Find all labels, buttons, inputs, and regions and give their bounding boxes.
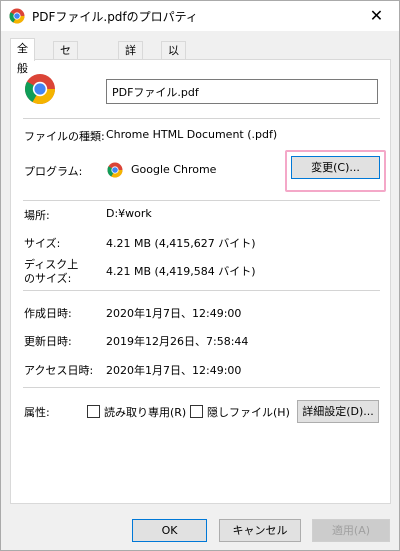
cancel-button[interactable]: キャンセル — [219, 519, 301, 542]
location-label: 場所: — [24, 209, 50, 222]
hidden-checkbox[interactable] — [190, 405, 203, 418]
file-type-label: ファイルの種類: — [24, 130, 105, 143]
file-name-field[interactable]: PDFファイル.pdf — [106, 79, 378, 104]
accessed-value: 2020年1月7日、12:49:00 — [106, 364, 242, 377]
tab-security[interactable]: セキュリティ — [53, 41, 78, 142]
separator — [23, 290, 380, 291]
change-program-button[interactable]: 変更(C)... — [291, 156, 380, 179]
tab-general[interactable]: 全般 — [10, 38, 35, 75]
chrome-program-icon — [107, 162, 123, 178]
program-value: Google Chrome — [131, 163, 217, 176]
general-panel: PDFファイル.pdf ファイルの種類: Chrome HTML Documen… — [10, 59, 391, 504]
size-label: サイズ: — [24, 237, 61, 250]
tab-previous-versions[interactable]: 以前のバージョン — [161, 41, 186, 176]
window-title: PDFファイル.pdfのプロパティ — [32, 10, 198, 24]
close-icon: ✕ — [369, 6, 384, 25]
hidden-label[interactable]: 隠しファイル(H) — [207, 404, 290, 420]
created-value[interactable]: 2020年1月7日、12:49:00 — [106, 305, 241, 321]
chrome-file-icon — [24, 74, 56, 105]
size-on-disk-value: 4.21 MB (4,419,584 バイト) — [106, 265, 256, 278]
file-type-value: Chrome HTML Document (.pdf) — [106, 128, 278, 141]
close-button[interactable]: ✕ — [354, 1, 399, 31]
tab-details[interactable]: 詳細 — [118, 41, 143, 74]
properties-dialog: PDFファイル.pdfのプロパティ ✕ 全般 セキュリティ 詳細 以前のバージョ… — [0, 0, 400, 551]
chrome-icon — [9, 8, 25, 24]
size-value: 4.21 MB (4,415,627 バイト) — [106, 237, 256, 250]
apply-button[interactable]: 適用(A) — [312, 519, 390, 542]
separator — [23, 118, 380, 119]
ok-button[interactable]: OK — [132, 519, 207, 542]
separator — [23, 387, 380, 388]
program-label: プログラム: — [24, 165, 83, 178]
readonly-label[interactable]: 読み取り専用(R) — [104, 404, 186, 420]
advanced-attributes-button[interactable]: 詳細設定(D)... — [297, 400, 379, 423]
title-bar: PDFファイル.pdfのプロパティ ✕ — [1, 1, 399, 31]
created-label: 作成日時: — [24, 307, 72, 320]
attributes-label: 属性: — [24, 406, 50, 419]
location-value: D:¥work — [106, 207, 152, 220]
readonly-checkbox[interactable] — [87, 405, 100, 418]
separator — [23, 200, 380, 201]
modified-value: 2019年12月26日、7:58:44 — [106, 335, 249, 348]
accessed-label: アクセス日時: — [24, 364, 94, 377]
size-on-disk-label-line2: のサイズ: — [24, 272, 72, 285]
modified-label: 更新日時: — [24, 335, 72, 348]
